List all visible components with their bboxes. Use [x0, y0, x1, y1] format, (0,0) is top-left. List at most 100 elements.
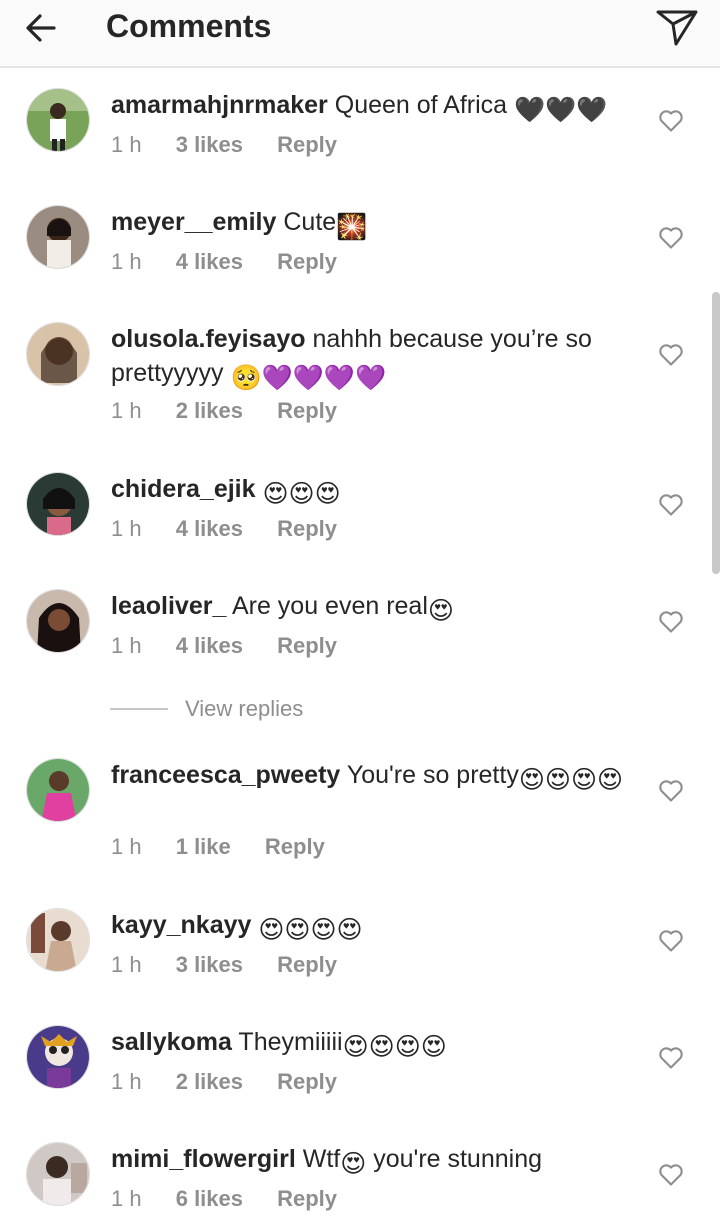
comment-time: 1 h	[111, 952, 142, 977]
emoji-heart-eyes: 😍😍😍😍	[342, 1033, 447, 1061]
emoji-pleading-purple-hearts: 🥺💜💜💜💜	[230, 364, 387, 392]
like-button[interactable]	[657, 776, 685, 804]
reply-button[interactable]: Reply	[277, 631, 337, 661]
avatar[interactable]	[26, 1025, 90, 1089]
replies-divider	[110, 708, 168, 710]
comment-time: 1 h	[111, 249, 142, 274]
page-title: Comments	[106, 8, 272, 44]
comment-username[interactable]: mimi_flowergirl	[111, 1145, 296, 1173]
heart-outline-icon	[659, 611, 683, 633]
reply-button[interactable]: Reply	[265, 832, 325, 862]
view-replies-label: View replies	[185, 696, 304, 721]
arrow-left-icon	[26, 14, 56, 42]
avatar[interactable]	[26, 589, 90, 653]
heart-outline-icon	[659, 494, 683, 516]
comment-likes[interactable]: 2 likes	[176, 1067, 243, 1097]
comment-text: meyer__emily Cute🎇	[111, 205, 631, 244]
comment-text: kayy_nkayy 😍😍😍😍	[111, 908, 631, 947]
comment-likes[interactable]: 4 likes	[176, 247, 243, 277]
emoji-heart-eyes: 😍	[427, 597, 454, 625]
heart-outline-icon	[659, 1164, 683, 1186]
comment-meta: 1 h 1 like Reply	[111, 832, 353, 862]
comment-meta: 1 h 4 likes Reply	[111, 514, 365, 544]
comment-body: Wtf	[302, 1145, 341, 1173]
paper-plane-icon	[656, 10, 698, 46]
comment-body: Cute	[283, 208, 337, 236]
avatar[interactable]	[26, 758, 90, 822]
like-button[interactable]	[657, 223, 685, 251]
share-button[interactable]	[654, 4, 700, 50]
heart-outline-icon	[659, 344, 683, 366]
comment-meta: 1 h 3 likes Reply	[111, 950, 365, 980]
comment-time: 1 h	[111, 1186, 142, 1211]
heart-outline-icon	[659, 110, 683, 132]
comment-text: sallykoma Theymiiiii😍😍😍😍	[111, 1025, 631, 1064]
comment-text: leaoliver_ Are you even real😍	[111, 589, 631, 628]
comment-username[interactable]: chidera_ejik	[111, 475, 256, 503]
comment-text: amarmahjnrmaker Queen of Africa 🖤🖤🖤	[111, 88, 631, 127]
reply-button[interactable]: Reply	[277, 950, 337, 980]
emoji-heart-eyes: 😍😍😍😍	[518, 766, 624, 794]
avatar[interactable]	[26, 205, 90, 269]
comment-meta: 1 h 4 likes Reply	[111, 631, 365, 661]
comment-username[interactable]: franceesca_pweety	[111, 761, 340, 789]
heart-outline-icon	[659, 780, 683, 802]
comment-username[interactable]: meyer__emily	[111, 208, 276, 236]
like-button[interactable]	[657, 490, 685, 518]
emoji-black-hearts: 🖤🖤🖤	[514, 96, 608, 124]
comment-body: Theymiiiii	[238, 1028, 343, 1056]
avatar[interactable]	[26, 908, 90, 972]
emoji-heart-eyes: 😍😍😍	[262, 480, 341, 508]
comment-username[interactable]: amarmahjnrmaker	[111, 91, 328, 119]
reply-button[interactable]: Reply	[277, 247, 337, 277]
avatar[interactable]	[26, 322, 90, 386]
comment-time: 1 h	[111, 132, 142, 157]
emoji-heart-eyes: 😍😍😍😍	[258, 916, 363, 944]
comment-text: franceesca_pweety You're so pretty😍😍😍😍	[111, 758, 631, 797]
comment-likes[interactable]: 6 likes	[176, 1184, 243, 1214]
comment-username[interactable]: leaoliver_	[111, 592, 226, 620]
like-button[interactable]	[657, 340, 685, 368]
comment-meta: 1 h 4 likes Reply	[111, 247, 365, 277]
like-button[interactable]	[657, 1160, 685, 1188]
heart-outline-icon	[659, 930, 683, 952]
comment-time: 1 h	[111, 633, 142, 658]
comment-likes[interactable]: 1 like	[176, 832, 231, 862]
avatar[interactable]	[26, 472, 90, 536]
reply-button[interactable]: Reply	[277, 514, 337, 544]
avatar[interactable]	[26, 1142, 90, 1206]
reply-button[interactable]: Reply	[277, 1184, 337, 1214]
comment-username[interactable]: sallykoma	[111, 1028, 232, 1056]
reply-button[interactable]: Reply	[277, 130, 337, 160]
comment-likes[interactable]: 3 likes	[176, 130, 243, 160]
like-button[interactable]	[657, 1043, 685, 1071]
comment-meta: 1 h 6 likes Reply	[111, 1184, 365, 1214]
comment-meta: 1 h 2 likes Reply	[111, 1067, 365, 1097]
comment-time: 1 h	[111, 398, 142, 423]
view-replies-button[interactable]: View replies	[110, 694, 410, 724]
comment-body: You're so pretty	[346, 761, 519, 789]
back-button[interactable]	[22, 6, 66, 50]
emoji-sparkler: 🎇	[336, 213, 368, 241]
comment-meta: 1 h 3 likes Reply	[111, 130, 365, 160]
like-button[interactable]	[657, 926, 685, 954]
comment-body-after: you're stunning	[373, 1145, 543, 1173]
comment-body: Queen of Africa	[334, 91, 508, 119]
comment-likes[interactable]: 4 likes	[176, 514, 243, 544]
comment-username[interactable]: olusola.feyisayo	[111, 325, 306, 353]
heart-outline-icon	[659, 227, 683, 249]
scrollbar[interactable]	[712, 292, 720, 574]
like-button[interactable]	[657, 607, 685, 635]
comment-text: chidera_ejik 😍😍😍	[111, 472, 631, 511]
comment-username[interactable]: kayy_nkayy	[111, 911, 251, 939]
comments-header: Comments	[0, 0, 720, 68]
comment-likes[interactable]: 2 likes	[176, 396, 243, 426]
comment-body: Are you even real	[231, 592, 428, 620]
like-button[interactable]	[657, 106, 685, 134]
comment-time: 1 h	[111, 1069, 142, 1094]
reply-button[interactable]: Reply	[277, 1067, 337, 1097]
avatar[interactable]	[26, 88, 90, 152]
reply-button[interactable]: Reply	[277, 396, 337, 426]
comment-likes[interactable]: 4 likes	[176, 631, 243, 661]
comment-likes[interactable]: 3 likes	[176, 950, 243, 980]
